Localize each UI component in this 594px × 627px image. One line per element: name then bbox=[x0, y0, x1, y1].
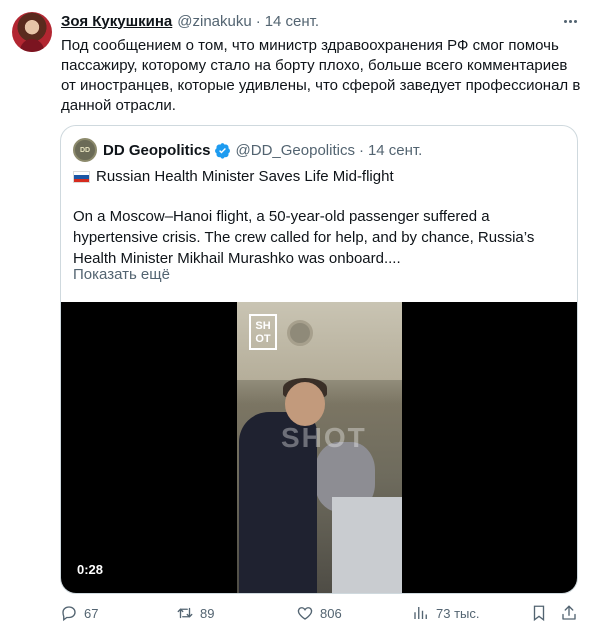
russia-flag-icon bbox=[73, 171, 90, 183]
retweet-icon bbox=[177, 607, 193, 619]
tweet-header: Зоя Кукушкина @zinakuku · 14 сент. bbox=[61, 11, 554, 31]
more-icon[interactable] bbox=[560, 11, 580, 31]
shot-watermark: SHOT bbox=[281, 422, 367, 453]
quoted-tweet-header: DD DD Geopolitics @DD_Geopolitics · 14 с… bbox=[73, 138, 422, 162]
air-vent bbox=[287, 320, 313, 346]
minister-head bbox=[285, 382, 325, 426]
quoted-title-text: Russian Health Minister Saves Life Mid-f… bbox=[96, 168, 394, 185]
video-frame: SH OT SHOT bbox=[237, 302, 402, 593]
heart-icon bbox=[297, 607, 313, 620]
author-avatar[interactable] bbox=[12, 12, 52, 52]
bookmark-button[interactable] bbox=[530, 602, 554, 624]
quoted-tweet-title: Russian Health Minister Saves Life Mid-f… bbox=[73, 167, 394, 187]
reply-count: 67 bbox=[84, 605, 99, 621]
views-icon bbox=[414, 607, 427, 619]
views-count: 73 тыс. bbox=[436, 605, 480, 621]
separator-dot: · bbox=[255, 12, 261, 30]
share-button[interactable] bbox=[560, 602, 584, 624]
like-count: 806 bbox=[320, 605, 342, 621]
views-button[interactable]: 73 тыс. bbox=[412, 602, 479, 624]
quoted-tweet[interactable]: DD DD Geopolitics @DD_Geopolitics · 14 с… bbox=[60, 125, 578, 594]
show-more-label: Показать ещё bbox=[73, 266, 170, 283]
share-icon bbox=[562, 605, 576, 620]
author-name[interactable]: Зоя Кукушкина bbox=[61, 13, 172, 30]
quoted-tweet-body: On a Moscow–Hanoi flight, a 50-year-old … bbox=[73, 208, 535, 267]
action-bar: 67 89 806 73 тыс. bbox=[56, 602, 586, 626]
show-more-link[interactable]: Показать ещё bbox=[73, 266, 170, 283]
reply-button[interactable]: 67 bbox=[60, 602, 98, 624]
quoted-author-handle[interactable]: @DD_Geopolitics bbox=[236, 142, 355, 159]
retweet-button[interactable]: 89 bbox=[176, 602, 214, 624]
quoted-tweet-time[interactable]: 14 сент. bbox=[368, 142, 422, 159]
separator-dot: · bbox=[358, 141, 364, 159]
reply-icon bbox=[62, 606, 76, 622]
retweet-count: 89 bbox=[200, 605, 215, 621]
tweet-text: Под сообщением о том, что министр здраво… bbox=[61, 37, 581, 114]
video-player[interactable]: SH OT SHOT 0:28 bbox=[61, 302, 577, 593]
quoted-author-name[interactable]: DD Geopolitics bbox=[103, 142, 211, 159]
service-cart bbox=[332, 497, 402, 593]
verified-badge-icon bbox=[214, 142, 230, 159]
quoted-author-avatar[interactable]: DD bbox=[73, 138, 97, 162]
video-duration: 0:28 bbox=[77, 562, 104, 577]
author-handle[interactable]: @zinakuku bbox=[177, 13, 251, 30]
bookmark-icon bbox=[533, 605, 545, 622]
shot-logo: SH OT bbox=[249, 314, 277, 350]
like-button[interactable]: 806 bbox=[296, 602, 342, 624]
tweet-time[interactable]: 14 сент. bbox=[265, 13, 319, 30]
